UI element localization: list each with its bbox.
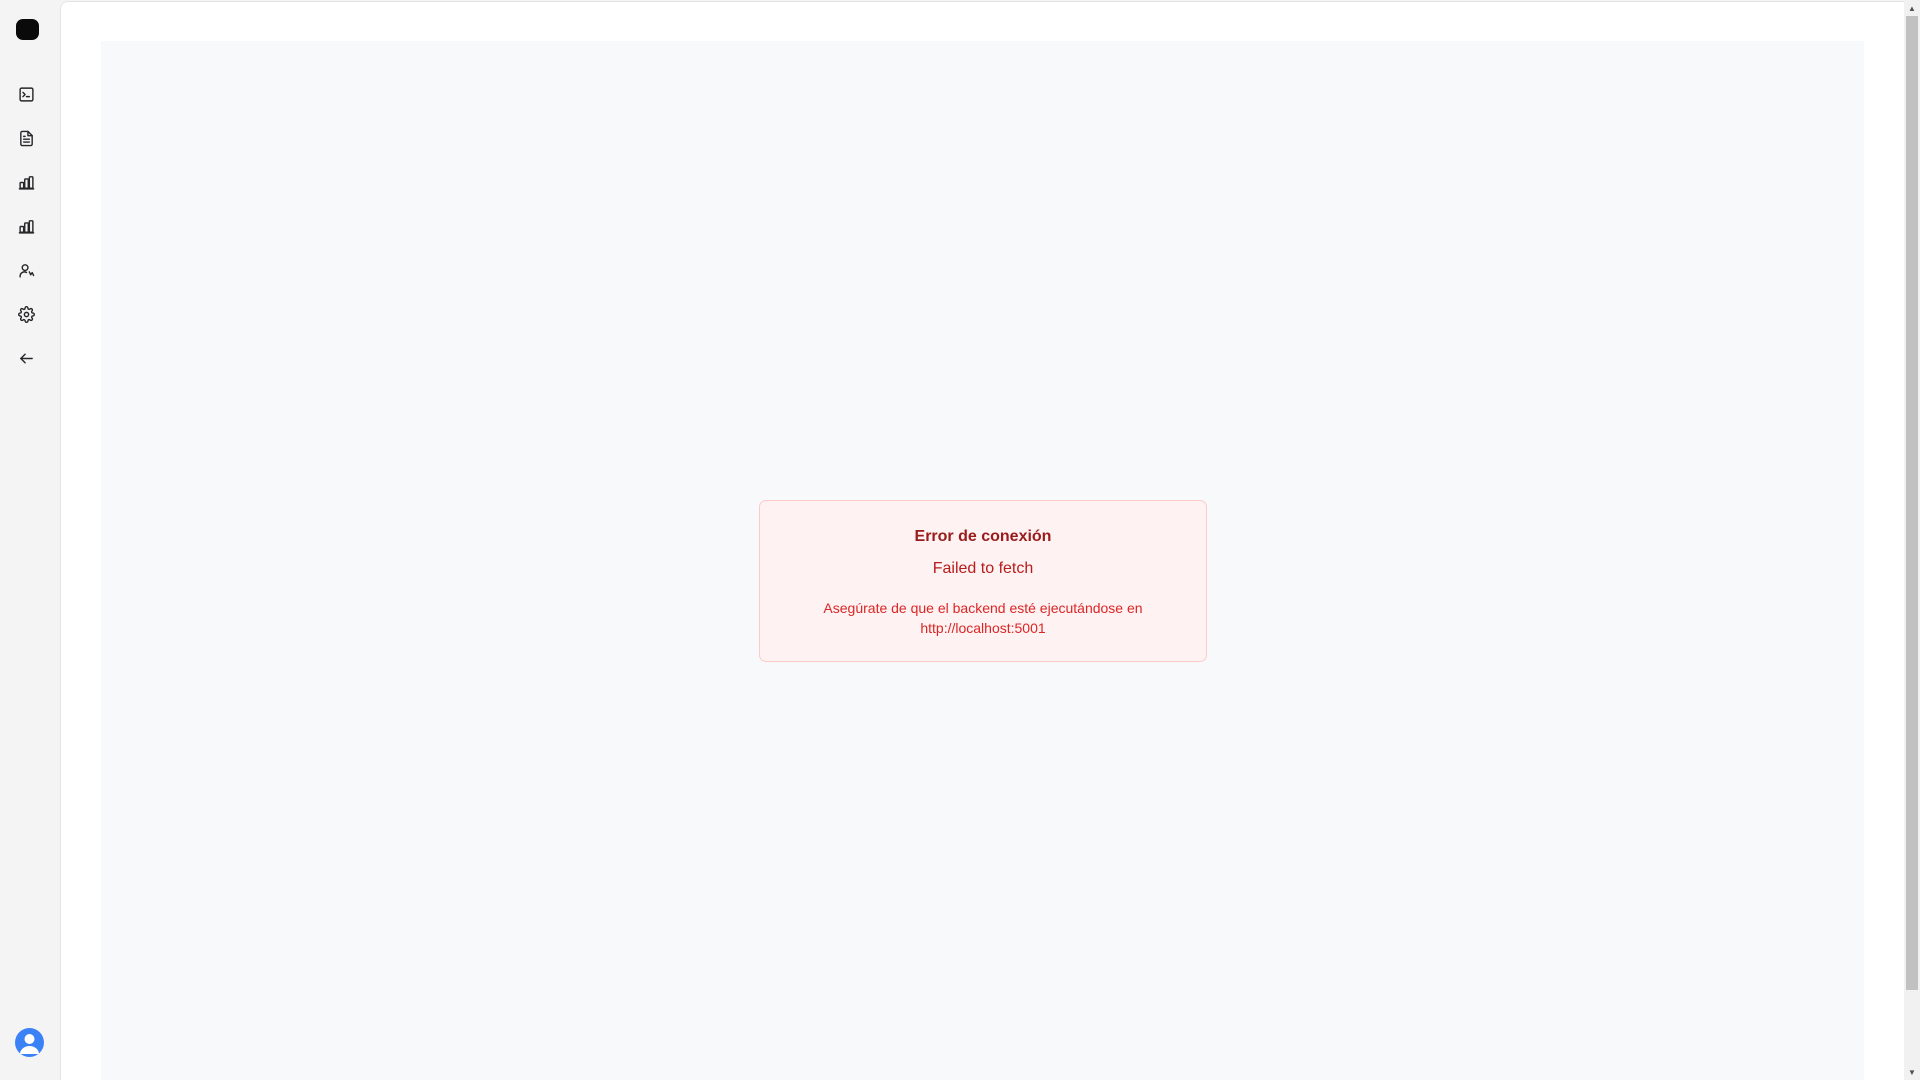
error-title: Error de conexión bbox=[914, 528, 1052, 545]
gear-icon bbox=[17, 305, 35, 323]
sidebar-item-documents[interactable] bbox=[12, 124, 40, 152]
sidebar-item-terminal[interactable] bbox=[12, 80, 40, 108]
sidebar bbox=[0, 0, 60, 1080]
sidebar-item-back[interactable] bbox=[12, 344, 40, 372]
scroll-thumb[interactable] bbox=[1906, 16, 1918, 990]
user-avatar[interactable] bbox=[15, 1028, 44, 1057]
sidebar-item-analytics[interactable] bbox=[12, 168, 40, 196]
scroll-down-arrow-icon[interactable]: ▼ bbox=[1904, 1064, 1920, 1080]
document-icon bbox=[19, 130, 33, 146]
sidebar-item-reports[interactable] bbox=[12, 212, 40, 240]
error-card: Error de conexión Failed to fetch Asegúr… bbox=[759, 500, 1207, 662]
scrollbar[interactable]: ▲ ▼ bbox=[1904, 0, 1920, 1080]
app-logo[interactable] bbox=[16, 19, 39, 40]
user-activity-icon bbox=[18, 263, 34, 278]
user-avatar-icon bbox=[20, 1034, 39, 1054]
bar-chart-icon bbox=[18, 175, 34, 190]
error-message: Failed to fetch bbox=[932, 560, 1034, 577]
arrow-left-icon bbox=[19, 353, 33, 363]
sidebar-item-users[interactable] bbox=[12, 256, 40, 284]
bar-chart-icon bbox=[18, 219, 34, 234]
sidebar-item-settings[interactable] bbox=[12, 300, 40, 328]
terminal-icon bbox=[18, 86, 34, 102]
scroll-up-arrow-icon[interactable]: ▲ bbox=[1904, 0, 1920, 16]
error-hint: Asegúrate de que el backend esté ejecutá… bbox=[823, 600, 1143, 636]
